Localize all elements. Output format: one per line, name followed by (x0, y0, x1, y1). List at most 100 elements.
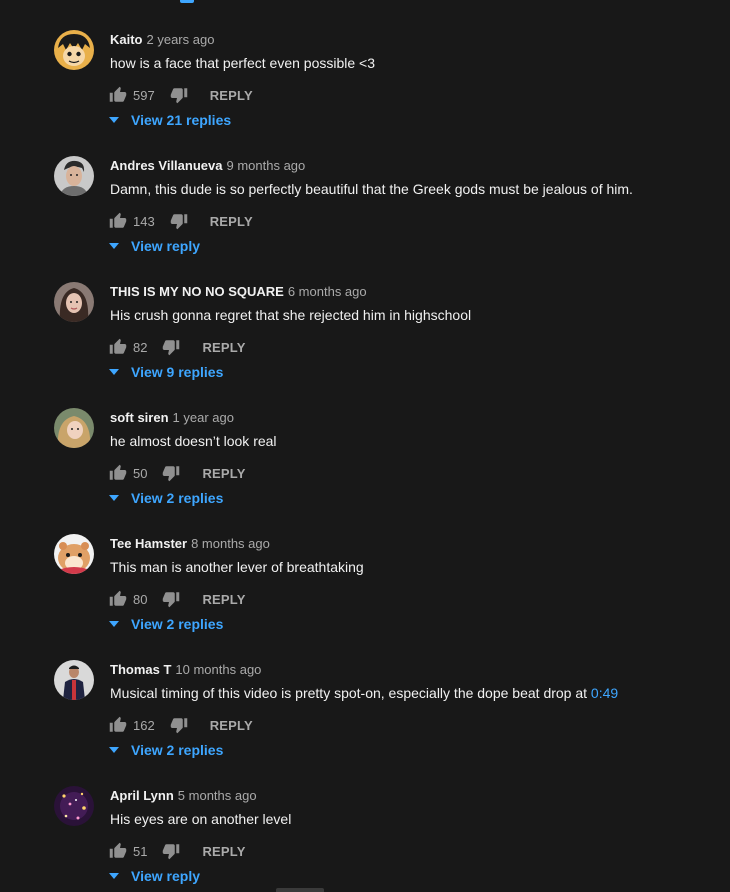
caret-down-icon (108, 492, 120, 504)
author-name[interactable]: April Lynn (110, 788, 174, 803)
comment-actions: 51 REPLY (108, 839, 246, 863)
comment-time[interactable]: 2 years ago (147, 32, 215, 47)
caret-down-icon (108, 240, 120, 252)
comment-text: His crush gonna regret that she rejected… (110, 307, 472, 323)
comment-thread: Kaito 2 years ago how is a face that perf… (0, 30, 730, 156)
view-replies-label: View 2 replies (131, 490, 224, 506)
anime-character-avatar[interactable] (54, 30, 94, 70)
reply-button[interactable]: REPLY (202, 592, 245, 607)
caret-down-icon (108, 366, 120, 378)
author-name[interactable]: Thomas T (110, 662, 171, 677)
caret-down-icon (108, 870, 120, 882)
author-name[interactable]: Tee Hamster (110, 536, 187, 551)
thumbs-up-icon[interactable] (108, 337, 128, 357)
view-replies-button[interactable]: View 2 replies (108, 614, 223, 634)
caret-down-icon (108, 114, 120, 126)
comment-actions: 82 REPLY (108, 335, 246, 359)
comment-header: THIS IS MY NO NO SQUARE 6 months ago (110, 283, 367, 301)
like-count: 80 (133, 591, 148, 607)
timestamp-link[interactable]: 0:49 (591, 685, 618, 701)
author-name[interactable]: Andres Villanueva (110, 158, 222, 173)
like-count: 162 (133, 717, 155, 733)
view-replies-button[interactable]: View 9 replies (108, 362, 223, 382)
comment-text: Damn, this dude is so perfectly beautifu… (110, 181, 633, 197)
like-count: 597 (133, 87, 155, 103)
view-replies-button[interactable]: View reply (108, 236, 200, 256)
thumbs-up-icon[interactable] (108, 841, 128, 861)
caret-down-icon (108, 618, 120, 630)
thumbs-up-icon[interactable] (108, 85, 128, 105)
comment-header: soft siren 1 year ago (110, 409, 234, 427)
view-replies-button[interactable]: View 2 replies (108, 740, 223, 760)
thumbs-up-icon[interactable] (108, 715, 128, 735)
view-replies-label: View 2 replies (131, 616, 224, 632)
man-in-jacket-avatar[interactable] (54, 660, 94, 700)
thumbs-down-icon[interactable] (169, 715, 189, 735)
comment-actions: 50 REPLY (108, 461, 246, 485)
like-count: 50 (133, 465, 148, 481)
galaxy-avatar[interactable] (54, 786, 94, 826)
comment-thread: Andres Villanueva 9 months ago Damn, this… (0, 156, 730, 282)
view-replies-button[interactable]: View reply (108, 866, 200, 886)
thumbs-up-icon[interactable] (108, 211, 128, 231)
comments-section: Kaito 2 years ago how is a face that perf… (0, 0, 730, 892)
view-replies-label: View 9 replies (131, 364, 224, 380)
thumbs-up-icon[interactable] (108, 589, 128, 609)
reply-button[interactable]: REPLY (202, 340, 245, 355)
thumbs-down-icon[interactable] (169, 211, 189, 231)
woman-portrait-avatar[interactable] (54, 282, 94, 322)
like-count: 143 (133, 213, 155, 229)
thumbs-down-icon[interactable] (161, 337, 181, 357)
thumbs-down-icon[interactable] (161, 463, 181, 483)
reply-button[interactable]: REPLY (210, 214, 253, 229)
comment-header: Kaito 2 years ago (110, 31, 214, 49)
comment-time[interactable]: 6 months ago (288, 284, 367, 299)
comment-text: His eyes are on another level (110, 811, 292, 827)
comment-text: how is a face that perfect even possible… (110, 55, 375, 71)
comment-time[interactable]: 8 months ago (191, 536, 270, 551)
view-replies-label: View 2 replies (131, 742, 224, 758)
man-portrait-avatar[interactable] (54, 156, 94, 196)
caret-down-icon (108, 744, 120, 756)
comment-actions: 80 REPLY (108, 587, 246, 611)
thumbs-up-icon[interactable] (108, 463, 128, 483)
clipped-link-fragment (180, 0, 194, 3)
comment-header: Tee Hamster 8 months ago (110, 535, 270, 553)
view-replies-label: View reply (131, 868, 201, 884)
view-replies-label: View 21 replies (131, 112, 232, 128)
comment-header: Thomas T 10 months ago (110, 661, 261, 679)
author-name[interactable]: Kaito (110, 32, 143, 47)
thumbs-down-icon[interactable] (169, 85, 189, 105)
view-replies-button[interactable]: View 21 replies (108, 110, 231, 130)
comment-header: April Lynn 5 months ago (110, 787, 257, 805)
reply-button[interactable]: REPLY (202, 844, 245, 859)
comment-header: Andres Villanueva 9 months ago (110, 157, 305, 175)
comment-text: he almost doesn’t look real (110, 433, 277, 449)
hamster-avatar[interactable] (54, 534, 94, 574)
comment-text: This man is another lever of breathtakin… (110, 559, 364, 575)
comment-time[interactable]: 1 year ago (173, 410, 234, 425)
view-replies-button[interactable]: View 2 replies (108, 488, 223, 508)
comment-thread: April Lynn 5 months ago His eyes are on a… (0, 786, 730, 892)
like-count: 82 (133, 339, 148, 355)
like-count: 51 (133, 843, 148, 859)
reply-button[interactable]: REPLY (210, 88, 253, 103)
woman-portrait-avatar[interactable] (54, 408, 94, 448)
thumbs-down-icon[interactable] (161, 589, 181, 609)
reply-button[interactable]: REPLY (202, 466, 245, 481)
comment-thread: Tee Hamster 8 months ago This man is anot… (0, 534, 730, 660)
author-name[interactable]: soft siren (110, 410, 169, 425)
comment-time[interactable]: 9 months ago (226, 158, 305, 173)
comment-actions: 597 REPLY (108, 83, 253, 107)
thumbs-down-icon[interactable] (161, 841, 181, 861)
previous-view-replies-clip (0, 0, 730, 4)
comment-actions: 143 REPLY (108, 209, 253, 233)
reply-button[interactable]: REPLY (210, 718, 253, 733)
comment-time[interactable]: 10 months ago (175, 662, 261, 677)
scroll-indicator[interactable] (276, 888, 324, 892)
comment-actions: 162 REPLY (108, 713, 253, 737)
view-replies-label: View reply (131, 238, 201, 254)
comment-time[interactable]: 5 months ago (178, 788, 257, 803)
author-name[interactable]: THIS IS MY NO NO SQUARE (110, 284, 284, 299)
comment-text-body: Musical timing of this video is pretty s… (110, 685, 591, 701)
